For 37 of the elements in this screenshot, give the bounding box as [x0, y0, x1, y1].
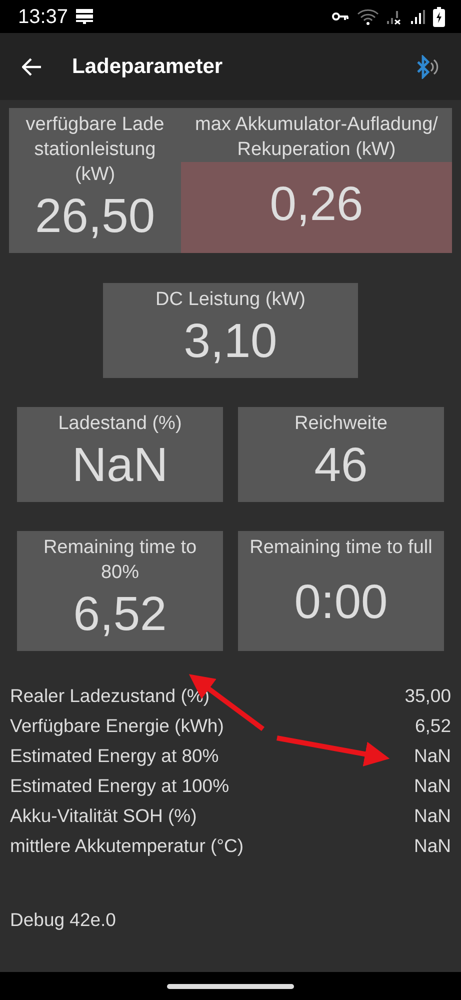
tile-label: DC Leistung (kW) — [154, 288, 306, 312]
reading-value: NaN — [414, 834, 451, 858]
tile-label: Ladestand (%) — [57, 412, 183, 436]
tile-value: 46 — [313, 438, 369, 494]
reading-value: NaN — [414, 744, 451, 768]
tile-value: 26,50 — [34, 189, 156, 245]
reading-value: 6,52 — [414, 714, 451, 738]
back-arrow-icon[interactable] — [22, 58, 42, 76]
tile-label: Remaining time to full — [248, 536, 434, 560]
screen-title: Ladeparameter — [72, 54, 223, 80]
key-icon — [332, 12, 349, 21]
tile-value: 6,52 — [72, 587, 168, 643]
signal-icon — [411, 8, 425, 24]
tile-label: Remaining time to 80% — [42, 536, 198, 585]
reading-label: Verfügbare Energie (kWh) — [10, 714, 224, 738]
tile-label: Reichweite — [294, 412, 388, 436]
debug-version: Debug 42e.0 — [9, 908, 117, 932]
wifi-icon — [357, 8, 379, 24]
tile-label: verfügbare Lade stationleistung (kW) — [24, 113, 166, 187]
tile-value: 0:00 — [293, 574, 389, 630]
tile-value: 3,10 — [182, 314, 278, 370]
battery-charging-icon — [433, 6, 445, 26]
tile-label: max Akkumulator-Aufladung/ Rekuperation (kW) — [194, 113, 439, 162]
reading-value: 35,00 — [404, 684, 451, 708]
reading-value: NaN — [414, 804, 451, 828]
server-icon — [76, 9, 94, 24]
reading-label: Akku-Vitalität SOH (%) — [10, 804, 197, 828]
bluetooth-icon[interactable] — [415, 54, 441, 78]
reading-value: NaN — [414, 774, 451, 798]
reading-label: Estimated Energy at 80% — [10, 744, 219, 768]
status-time: 13:37 — [18, 4, 68, 30]
reading-label: Estimated Energy at 100% — [10, 774, 230, 798]
reading-label: mittlere Akkutemperatur (°C) — [10, 834, 244, 858]
signal-icon — [387, 8, 403, 24]
alert-value: 0,26 — [181, 162, 452, 253]
tile-value: NaN — [70, 438, 170, 494]
home-indicator[interactable] — [167, 984, 294, 988]
